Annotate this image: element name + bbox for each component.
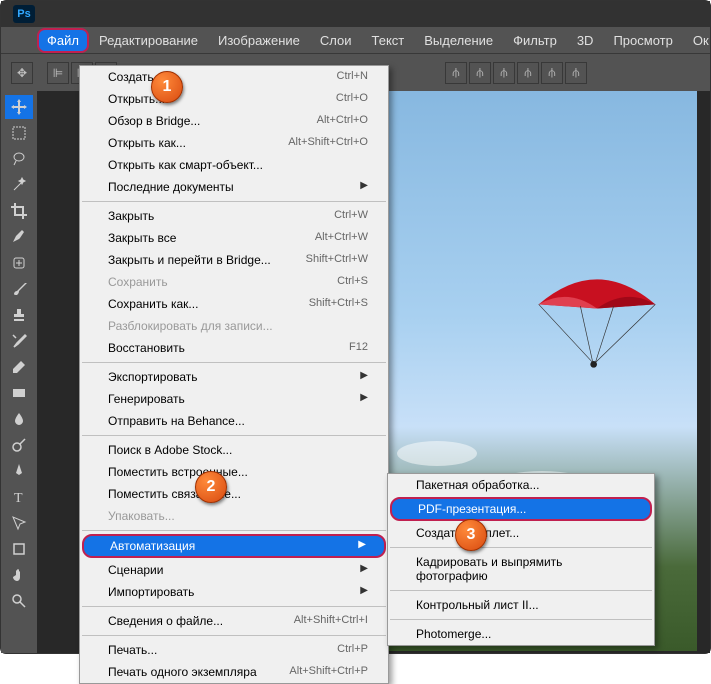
lasso-tool[interactable] <box>5 147 33 171</box>
menu-view[interactable]: Просмотр <box>603 28 682 53</box>
menu-separator <box>82 530 386 531</box>
pen-tool[interactable] <box>5 459 33 483</box>
submenu-item[interactable]: Контрольный лист II... <box>388 594 654 616</box>
submenu-item[interactable]: Создать дроплет... <box>388 522 654 544</box>
menu-separator <box>82 362 386 363</box>
distribute-2-button[interactable]: ⫛ <box>469 62 491 84</box>
menu-item[interactable]: Поместить связанные... <box>80 483 388 505</box>
distribute-6-button[interactable]: ⫛ <box>565 62 587 84</box>
menu-separator <box>390 547 652 548</box>
menu-item[interactable]: Сценарии▶ <box>80 559 388 581</box>
annotation-marker-3: 3 <box>455 519 487 551</box>
type-tool[interactable]: T <box>5 485 33 509</box>
menu-item[interactable]: Импортировать▶ <box>80 581 388 603</box>
menu-separator <box>390 619 652 620</box>
menu-3d[interactable]: 3D <box>567 28 604 53</box>
zoom-tool[interactable] <box>5 589 33 613</box>
submenu-arrow-icon: ▶ <box>360 180 368 194</box>
menu-item[interactable]: Печать...Ctrl+P <box>80 639 388 661</box>
align-left-button[interactable]: ⊫ <box>47 62 69 84</box>
menu-item: СохранитьCtrl+S <box>80 271 388 293</box>
path-tool[interactable] <box>5 511 33 535</box>
submenu-item[interactable]: Кадрировать и выпрямить фотографию <box>388 551 654 587</box>
menu-item[interactable]: Сведения о файле...Alt+Shift+Ctrl+I <box>80 610 388 632</box>
menu-item[interactable]: Открыть как...Alt+Shift+Ctrl+O <box>80 132 388 154</box>
menu-separator <box>82 635 386 636</box>
app-logo: Ps <box>13 5 35 23</box>
dodge-tool[interactable] <box>5 433 33 457</box>
submenu-item[interactable]: Пакетная обработка... <box>388 474 654 496</box>
distribute-4-button[interactable]: ⫛ <box>517 62 539 84</box>
crop-tool[interactable] <box>5 199 33 223</box>
menu-item[interactable]: Отправить на Behance... <box>80 410 388 432</box>
menu-file[interactable]: Файл <box>37 28 89 53</box>
hand-tool[interactable] <box>5 563 33 587</box>
toolbox: T <box>1 91 37 653</box>
menu-separator <box>82 201 386 202</box>
menu-item[interactable]: Сохранить как...Shift+Ctrl+S <box>80 293 388 315</box>
distribute-3-button[interactable]: ⫛ <box>493 62 515 84</box>
menu-item[interactable]: Печать одного экземпляраAlt+Shift+Ctrl+P <box>80 661 388 683</box>
menu-item[interactable]: Закрыть и перейти в Bridge...Shift+Ctrl+… <box>80 249 388 271</box>
menu-filter[interactable]: Фильтр <box>503 28 567 53</box>
menu-item[interactable]: Открыть...Ctrl+O <box>80 88 388 110</box>
menu-item[interactable]: Генерировать▶ <box>80 388 388 410</box>
menu-item[interactable]: ЗакрытьCtrl+W <box>80 205 388 227</box>
marquee-tool[interactable] <box>5 121 33 145</box>
menu-item: Разблокировать для записи... <box>80 315 388 337</box>
menu-item: Упаковать... <box>80 505 388 527</box>
magic-wand-tool[interactable] <box>5 173 33 197</box>
healing-tool[interactable] <box>5 251 33 275</box>
distribute-5-button[interactable]: ⫛ <box>541 62 563 84</box>
eyedropper-tool[interactable] <box>5 225 33 249</box>
cloud-graphic <box>397 441 477 466</box>
menu-type[interactable]: Текст <box>362 28 415 53</box>
submenu-arrow-icon: ▶ <box>360 585 368 599</box>
submenu-item[interactable]: PDF-презентация... <box>390 497 652 521</box>
menu-edit[interactable]: Редактирование <box>89 28 208 53</box>
submenu-arrow-icon: ▶ <box>360 392 368 406</box>
shape-tool[interactable] <box>5 537 33 561</box>
file-menu-dropdown: Создать...Ctrl+NОткрыть...Ctrl+OОбзор в … <box>79 65 389 684</box>
annotation-marker-1: 1 <box>151 71 183 103</box>
menu-layer[interactable]: Слои <box>310 28 362 53</box>
menu-item[interactable]: Автоматизация▶ <box>82 534 386 558</box>
title-bar: Ps <box>1 1 710 27</box>
stamp-tool[interactable] <box>5 303 33 327</box>
menu-item[interactable]: Поиск в Adobe Stock... <box>80 439 388 461</box>
automation-submenu: Пакетная обработка...PDF-презентация...С… <box>387 473 655 646</box>
menu-item[interactable]: Экспортировать▶ <box>80 366 388 388</box>
submenu-arrow-icon: ▶ <box>358 539 366 553</box>
menu-separator <box>82 435 386 436</box>
menu-item[interactable]: Открыть как смарт-объект... <box>80 154 388 176</box>
gradient-tool[interactable] <box>5 381 33 405</box>
menu-window[interactable]: Ок <box>683 28 711 53</box>
blur-tool[interactable] <box>5 407 33 431</box>
menu-select[interactable]: Выделение <box>414 28 503 53</box>
parachute-graphic <box>517 271 677 371</box>
submenu-arrow-icon: ▶ <box>360 563 368 577</box>
eraser-tool[interactable] <box>5 355 33 379</box>
menu-separator <box>390 590 652 591</box>
menu-image[interactable]: Изображение <box>208 28 310 53</box>
menu-item[interactable]: Обзор в Bridge...Alt+Ctrl+O <box>80 110 388 132</box>
menu-item[interactable]: Создать...Ctrl+N <box>80 66 388 88</box>
menu-item[interactable]: Поместить встроенные... <box>80 461 388 483</box>
svg-text:T: T <box>14 491 23 505</box>
menu-item[interactable]: Последние документы▶ <box>80 176 388 198</box>
menu-item[interactable]: Закрыть всеAlt+Ctrl+W <box>80 227 388 249</box>
submenu-arrow-icon: ▶ <box>360 370 368 384</box>
tool-preset-button[interactable]: ✥ <box>11 62 33 84</box>
distribute-1-button[interactable]: ⫛ <box>445 62 467 84</box>
submenu-item[interactable]: Photomerge... <box>388 623 654 645</box>
move-tool[interactable] <box>5 95 33 119</box>
history-brush-tool[interactable] <box>5 329 33 353</box>
menu-separator <box>82 606 386 607</box>
annotation-marker-2: 2 <box>195 471 227 503</box>
brush-tool[interactable] <box>5 277 33 301</box>
menu-bar: Файл Редактирование Изображение Слои Тек… <box>1 27 710 53</box>
menu-item[interactable]: ВосстановитьF12 <box>80 337 388 359</box>
